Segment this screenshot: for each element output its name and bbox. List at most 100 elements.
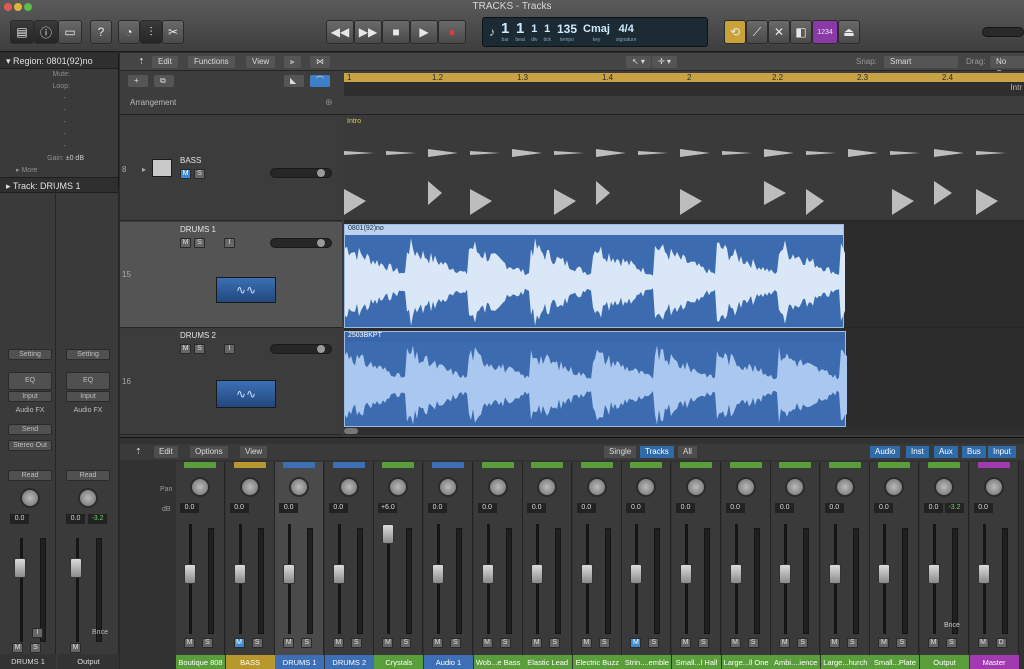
instrument-slot[interactable] [729,462,762,468]
replace-button[interactable]: ⟋ [746,20,768,44]
drums-1-lane[interactable]: 0801(92)no [344,222,1024,328]
tracks-view-tab[interactable]: Tracks [640,446,674,458]
pan-knob[interactable] [934,477,954,497]
solo-button[interactable]: S [598,638,610,648]
catch-icon[interactable]: ⫸ [284,56,301,68]
solo-button[interactable]: S [194,238,205,248]
solo-button[interactable]: S [747,638,759,648]
pan-knob[interactable] [438,477,458,497]
arrangement-marker-right[interactable]: Intr [1010,83,1022,92]
filter-bus[interactable]: Bus [962,446,986,458]
pan-knob[interactable] [785,477,806,497]
track-name[interactable]: BASS [180,156,201,165]
setting-button[interactable]: Setting [66,349,110,360]
input-monitor-button[interactable]: I [224,238,235,248]
solo-button[interactable]: S [450,638,461,648]
eq-button[interactable]: EQ [66,372,110,390]
volume-fader[interactable] [828,564,841,584]
instrument-slot[interactable] [580,462,613,468]
metronome-button[interactable]: ⏏ [838,20,860,44]
functions-menu[interactable]: Functions [188,56,235,68]
instrument-slot[interactable] [233,462,266,468]
solo-button[interactable]: S [946,638,957,648]
pan-knob[interactable] [388,477,409,497]
volume-fader[interactable] [70,558,82,578]
audio-region-drums-2[interactable]: 2503BKPT [344,331,847,427]
filter-inst[interactable]: Inst [906,446,929,458]
pencil-tool-icon[interactable]: ✛ ▾ [652,56,677,68]
mute-button[interactable]: M [184,638,195,648]
rewind-button[interactable]: ◀◀ [326,20,354,44]
strip-name[interactable]: Audio 1 [424,655,473,669]
pan-knob[interactable] [586,477,607,497]
up-arrow-icon[interactable]: ⇡ [130,446,147,458]
pan-knob[interactable] [884,477,905,497]
solo-button[interactable]: S [648,638,660,648]
strip-name[interactable]: Small...l Hall [672,655,721,669]
count-in-button[interactable]: 1234 [812,20,838,44]
mute-row[interactable]: Mute: [0,69,118,81]
record-button[interactable]: ● [438,20,466,44]
mute-button[interactable]: M [432,638,443,648]
toolbar-button[interactable]: ▭ [58,20,82,44]
volume-fader[interactable] [332,564,345,584]
volume-fader[interactable] [779,564,792,584]
mute-button[interactable]: M [878,638,890,648]
solo-button[interactable]: S [30,643,41,653]
input-monitor-button[interactable]: I [32,628,43,638]
bounce-button[interactable]: Bnce [88,628,112,639]
arrangement-ruler[interactable]: Intr [344,82,1024,96]
solo-button[interactable]: S [549,638,561,648]
all-view-tab[interactable]: All [678,446,697,458]
view-menu[interactable]: View [246,56,276,68]
strip-name[interactable]: Boutique 808 [176,655,225,669]
volume-fader[interactable] [14,558,26,578]
instrument-slot[interactable] [531,462,564,468]
fast-forward-button[interactable]: ▶▶ [354,20,382,44]
drums-2-lane[interactable]: 2503BKPT [344,329,1024,427]
strip-name[interactable]: Master [969,655,1019,669]
add-arrangement-icon[interactable]: ⊕ [325,97,333,108]
disclosure-icon[interactable]: ▸ [142,165,146,174]
lcd-key[interactable]: Cmaj key [583,21,610,44]
volume-fader[interactable] [531,564,544,584]
volume-fader[interactable] [233,564,246,584]
track-header-bass[interactable]: 8 ▸ BASS M S [120,115,342,221]
instrument-slot[interactable] [828,462,861,468]
mute-button[interactable]: M [481,638,493,648]
play-button[interactable]: ▶ [410,20,438,44]
volume-fader[interactable] [382,524,395,544]
solo-button[interactable]: S [499,638,511,648]
track-volume-slider[interactable] [270,344,332,354]
audio-fx-label[interactable]: Audio FX [8,406,52,417]
strip-name[interactable]: Large...ll One [721,655,771,669]
flex-icon[interactable]: ⋈ [310,56,330,68]
solo-button[interactable]: S [251,638,263,648]
volume-fader[interactable] [580,564,593,584]
pan-knob[interactable] [289,477,310,497]
automation-mode[interactable]: Read [8,470,52,481]
filter-input[interactable]: Input [988,446,1016,458]
filter-audio[interactable]: Audio [870,446,901,458]
single-view-tab[interactable]: Single [604,446,637,458]
strip-name[interactable]: Crystals [374,655,424,669]
library-button[interactable]: ▤ [10,20,34,44]
volume-fader[interactable] [878,564,891,584]
output-slot[interactable]: Stereo Out [8,440,52,451]
horizontal-scrollbar[interactable] [344,427,1024,435]
instrument-slot[interactable] [332,462,365,468]
pan-knob[interactable] [487,477,508,497]
strip-name[interactable]: Small...Plate [870,655,920,669]
hide-track-button[interactable]: ◣ [284,75,304,87]
instrument-slot[interactable] [878,462,911,468]
instrument-slot[interactable] [481,462,514,468]
mute-button[interactable]: M [928,638,939,648]
solo-button[interactable]: S [896,638,908,648]
mute-button[interactable]: M [12,643,23,653]
solo-button[interactable]: S [797,638,809,648]
strip-name[interactable]: DRUMS 1 [275,655,325,669]
pan-knob[interactable] [338,477,359,497]
track-header-drums-1[interactable]: 15 DRUMS 1 M S I ∿∿ [120,222,342,328]
strip-name[interactable]: BASS [225,655,275,669]
strip-name[interactable]: Wob...e Bass [473,655,523,669]
